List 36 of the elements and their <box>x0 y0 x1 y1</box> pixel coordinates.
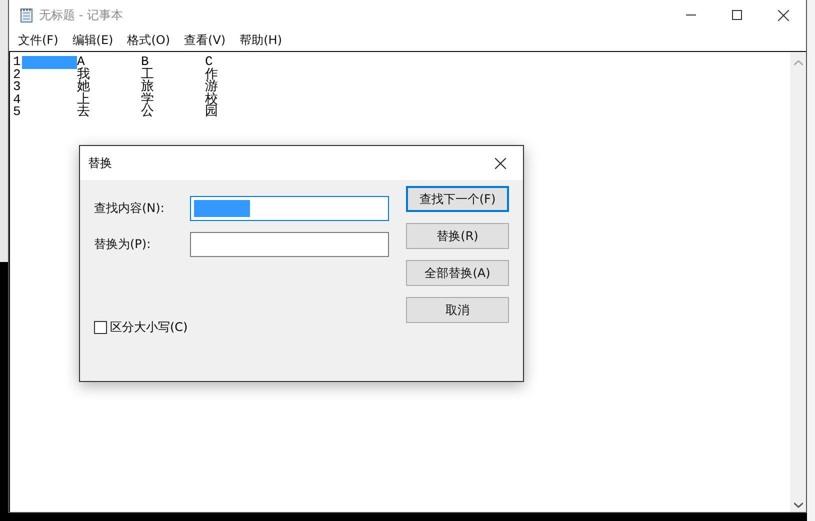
menu-item[interactable]: 帮助(H) <box>232 32 289 49</box>
text-word: 校 <box>205 94 219 106</box>
close-icon <box>494 158 506 168</box>
find-field[interactable] <box>190 196 389 221</box>
checkbox-icon[interactable] <box>94 321 107 334</box>
window-title: 无标题 - 记事本 <box>39 6 124 24</box>
dialog-title: 替换 <box>88 154 112 172</box>
replace-field[interactable] <box>190 232 389 257</box>
field-label: 查找内容(N): <box>94 200 166 217</box>
text-word: 去 <box>77 106 91 119</box>
maximize-icon <box>732 10 742 20</box>
match-case-checkbox[interactable]: 区分大小写(C) <box>94 319 389 336</box>
text-word: B <box>141 56 149 69</box>
text-line-number: 5 <box>13 106 21 119</box>
dialog-button[interactable]: 替换(R) <box>406 223 509 249</box>
notepad-icon <box>19 8 33 22</box>
menu-item[interactable]: 编辑(E) <box>65 32 120 49</box>
text-line-number: 1 <box>13 56 21 69</box>
text-line-number: 4 <box>13 94 21 106</box>
menu-item[interactable]: 格式(O) <box>120 32 178 49</box>
text-word: 公 <box>141 106 155 119</box>
text-word: 学 <box>141 94 155 106</box>
field-label: 替换为(P): <box>94 236 152 253</box>
dialog-button[interactable]: 查找下一个(F) <box>406 186 509 212</box>
text-word: C <box>205 56 213 69</box>
text-word: 园 <box>205 106 219 119</box>
menu-item[interactable]: 文件(F) <box>11 32 66 49</box>
text-word: 作 <box>205 68 219 82</box>
close-icon <box>778 10 788 20</box>
text-line-number: 2 <box>13 68 21 82</box>
dialog-button[interactable]: 全部替换(A) <box>406 260 509 286</box>
text-word: 她 <box>77 81 91 94</box>
menu-item[interactable]: 查看(V) <box>177 32 233 49</box>
dialog-button[interactable]: 取消 <box>406 297 509 323</box>
text-line-number: 3 <box>13 81 21 94</box>
text-word: 上 <box>77 94 91 106</box>
